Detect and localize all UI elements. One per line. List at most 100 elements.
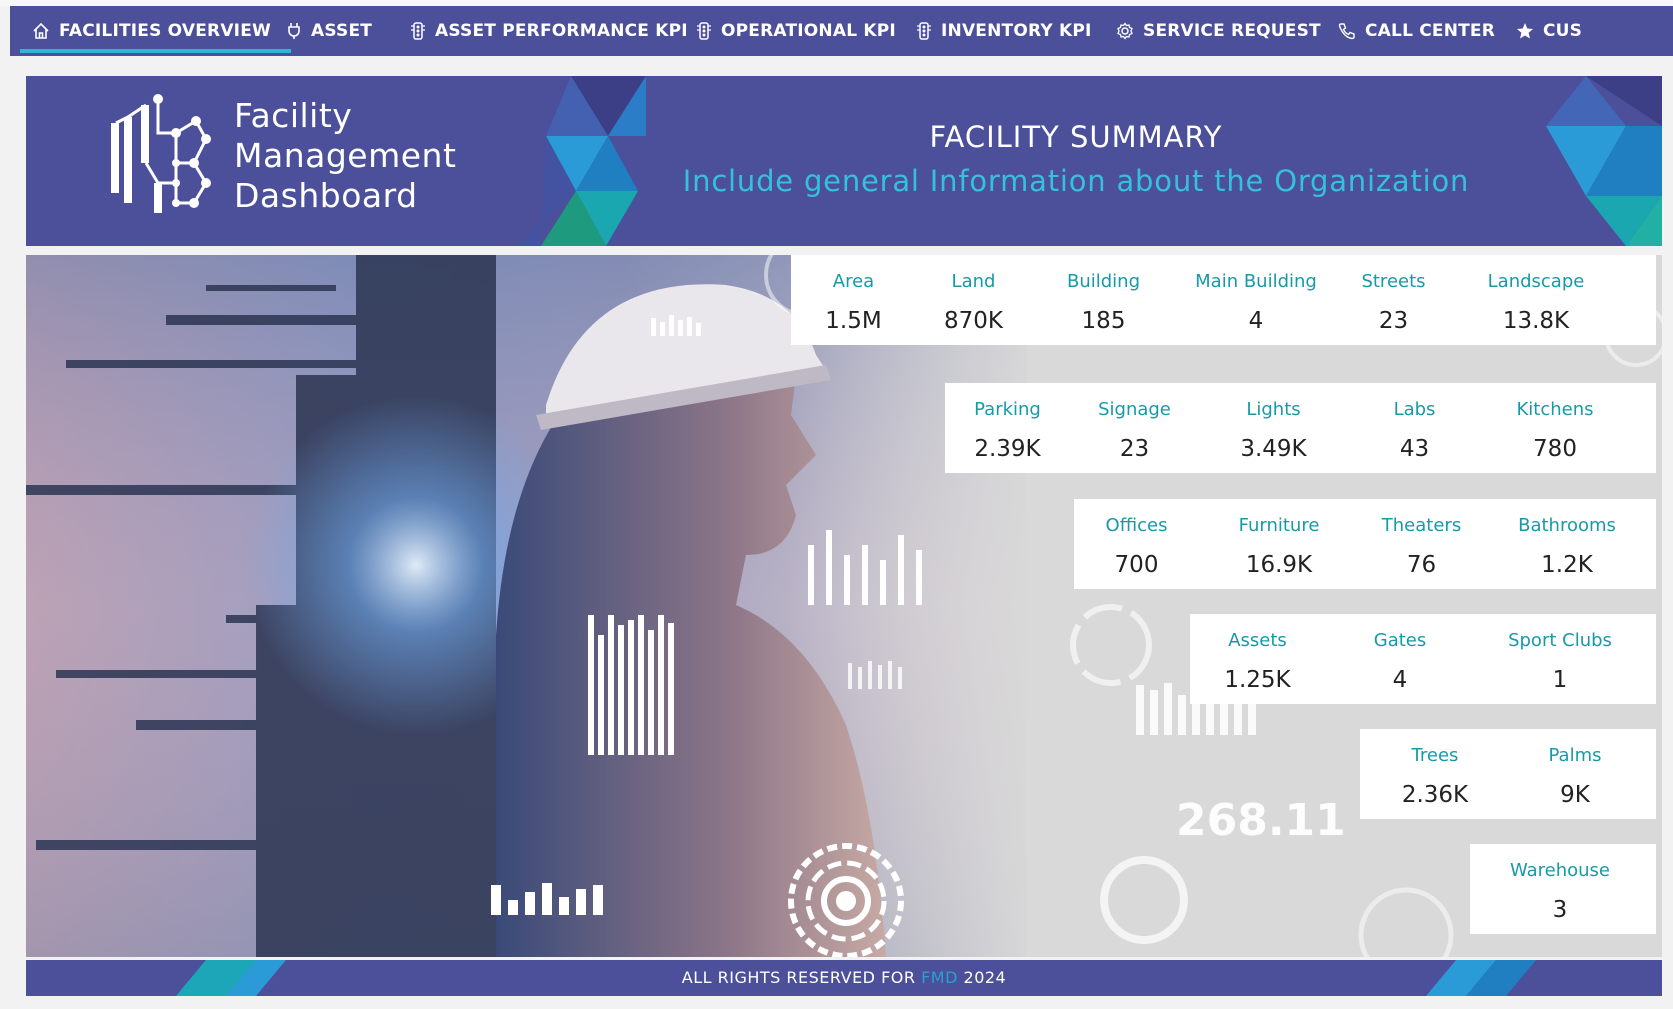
stat-value: 1.2K	[1541, 552, 1593, 578]
nav-tab-operational-kpi[interactable]: OPERATIONAL KPI	[696, 6, 896, 56]
stat-kitchens: Kitchens 780	[1485, 383, 1625, 462]
nav-tab-label: INVENTORY KPI	[941, 21, 1092, 41]
stat-value: 780	[1533, 436, 1577, 462]
stat-palms: Palms 9K	[1505, 729, 1645, 808]
stat-label: Streets	[1361, 271, 1426, 292]
stat-area: Area 1.5M	[791, 255, 916, 334]
nav-tab-cus[interactable]: CUS	[1516, 6, 1582, 56]
stat-building: Building 185	[1041, 255, 1166, 334]
stat-sport-clubs: Sport Clubs 1	[1480, 614, 1640, 693]
stat-label: Kitchens	[1516, 399, 1594, 420]
nav-tab-label: CALL CENTER	[1365, 21, 1496, 41]
stat-value: 185	[1081, 308, 1126, 334]
stat-value: 4	[1248, 308, 1264, 334]
stat-assets: Assets 1.25K	[1190, 614, 1325, 693]
stat-label: Furniture	[1238, 515, 1320, 536]
nav-tab-call-center[interactable]: CALL CENTER	[1338, 6, 1495, 56]
stat-label: Signage	[1098, 399, 1171, 420]
brand-line-1: Facility	[234, 96, 353, 135]
stat-value: 4	[1392, 667, 1408, 693]
stat-label: Lights	[1246, 399, 1301, 420]
stat-value: 2.36K	[1401, 782, 1469, 808]
brand-line-2: Management	[234, 136, 457, 175]
stat-label: Theaters	[1381, 515, 1462, 536]
stat-label: Labs	[1393, 399, 1436, 420]
page-subtitle: Include general Information about the Or…	[682, 164, 1470, 198]
stat-main-building: Main Building 4	[1176, 255, 1336, 334]
stat-bathrooms: Bathrooms 1.2K	[1492, 499, 1642, 578]
stats-row-6: Warehouse 3	[1470, 844, 1656, 934]
stat-value: 1	[1552, 667, 1568, 693]
phone-icon	[1338, 23, 1355, 40]
stat-streets: Streets 23	[1331, 255, 1456, 334]
stat-value: 9K	[1560, 782, 1590, 808]
stats-row-4: Assets 1.25K Gates 4 Sport Clubs 1	[1190, 614, 1656, 704]
stat-value: 3.49K	[1240, 436, 1307, 462]
stat-landscape: Landscape 13.8K	[1466, 255, 1606, 334]
stat-label: Warehouse	[1509, 860, 1611, 881]
facility-logo	[111, 94, 211, 213]
stats-row-3: Offices 700 Furniture 16.9K Theaters 76 Bat…	[1074, 499, 1656, 589]
stat-land: Land 870K	[911, 255, 1036, 334]
stat-label: Gates	[1373, 630, 1427, 651]
nav-tab-asset[interactable]: ASSET	[286, 6, 372, 56]
stat-label: Assets	[1228, 630, 1287, 651]
stat-value: 870K	[944, 308, 1003, 334]
nav-tab-facilities-overview[interactable]: FACILITIES OVERVIEW	[20, 6, 291, 56]
copyright-brand: FMD	[921, 968, 958, 987]
copyright-year: 2024	[963, 968, 1007, 987]
stat-label: Sport Clubs	[1508, 630, 1612, 651]
stat-value: 3	[1552, 897, 1568, 923]
hero-background-image	[26, 255, 1662, 957]
nav-tab-service-request[interactable]: SERVICE REQUEST	[1116, 6, 1321, 56]
footer-bar: ALL RIGHTS RESERVED FOR FMD 2024	[26, 960, 1662, 996]
stat-signage: Signage 23	[1072, 383, 1197, 462]
stat-label: Trees	[1411, 745, 1459, 766]
copyright-text: ALL RIGHTS RESERVED FOR FMD 2024	[26, 968, 1662, 987]
nav-tab-label: OPERATIONAL KPI	[721, 21, 896, 41]
brand-line-3: Dashboard	[234, 176, 418, 215]
stat-value: 16.9K	[1245, 552, 1313, 578]
top-navigation: FACILITIES OVERVIEW ASSET ASSET PERFORMA…	[10, 6, 1673, 56]
star-icon	[1517, 23, 1533, 39]
nav-tab-label: SERVICE REQUEST	[1143, 21, 1321, 41]
stat-label: Landscape	[1487, 271, 1585, 292]
stat-label: Building	[1066, 271, 1141, 292]
stat-parking: Parking 2.39K	[945, 383, 1070, 462]
stat-value: 76	[1406, 552, 1437, 578]
gear-icon	[1117, 22, 1133, 40]
stat-value: 1.25K	[1224, 667, 1291, 693]
nav-tab-inventory-kpi[interactable]: INVENTORY KPI	[916, 6, 1092, 56]
stat-trees: Trees 2.36K	[1360, 729, 1510, 808]
stat-value: 23	[1119, 436, 1150, 462]
copyright-prefix: ALL RIGHTS RESERVED FOR	[681, 968, 916, 987]
overlay-number: 268.11	[1176, 795, 1346, 846]
brand-name: Facility Management Dashboard	[234, 96, 456, 216]
page-title: FACILITY SUMMARY	[929, 120, 1223, 154]
nav-tab-asset-performance-kpi[interactable]: ASSET PERFORMANCE KPI	[410, 6, 688, 56]
stat-label: Land	[951, 271, 996, 292]
stat-offices: Offices 700	[1074, 499, 1199, 578]
traffic-light-icon	[411, 22, 425, 40]
stat-label: Palms	[1548, 745, 1602, 766]
home-icon	[33, 22, 49, 39]
stat-label: Offices	[1105, 515, 1168, 536]
stats-row-2: Parking 2.39K Signage 23 Lights 3.49K Labs 4…	[945, 383, 1656, 473]
stats-row-5: Trees 2.36K Palms 9K	[1360, 729, 1656, 819]
stat-theaters: Theaters 76	[1354, 499, 1489, 578]
stat-gates: Gates 4	[1340, 614, 1460, 693]
nav-tab-label: CUS	[1543, 21, 1583, 41]
stat-label: Parking	[974, 399, 1041, 420]
traffic-light-icon	[917, 22, 931, 40]
facility-summary-panel: 268.11 Area 1.5M Land 870K Building 185 Mai…	[26, 255, 1662, 957]
dashboard-header-banner: Facility Management Dashboard FACILITY S…	[26, 76, 1662, 246]
stat-lights: Lights 3.49K	[1211, 383, 1336, 462]
traffic-light-icon	[697, 22, 711, 40]
plug-icon	[288, 23, 300, 39]
stat-label: Area	[832, 271, 875, 292]
stat-value: 2.39K	[974, 436, 1041, 462]
nav-tab-label: FACILITIES OVERVIEW	[59, 21, 271, 41]
stat-label: Main Building	[1195, 271, 1317, 292]
stat-warehouse: Warehouse 3	[1475, 844, 1645, 923]
stat-value: 43	[1399, 436, 1430, 462]
